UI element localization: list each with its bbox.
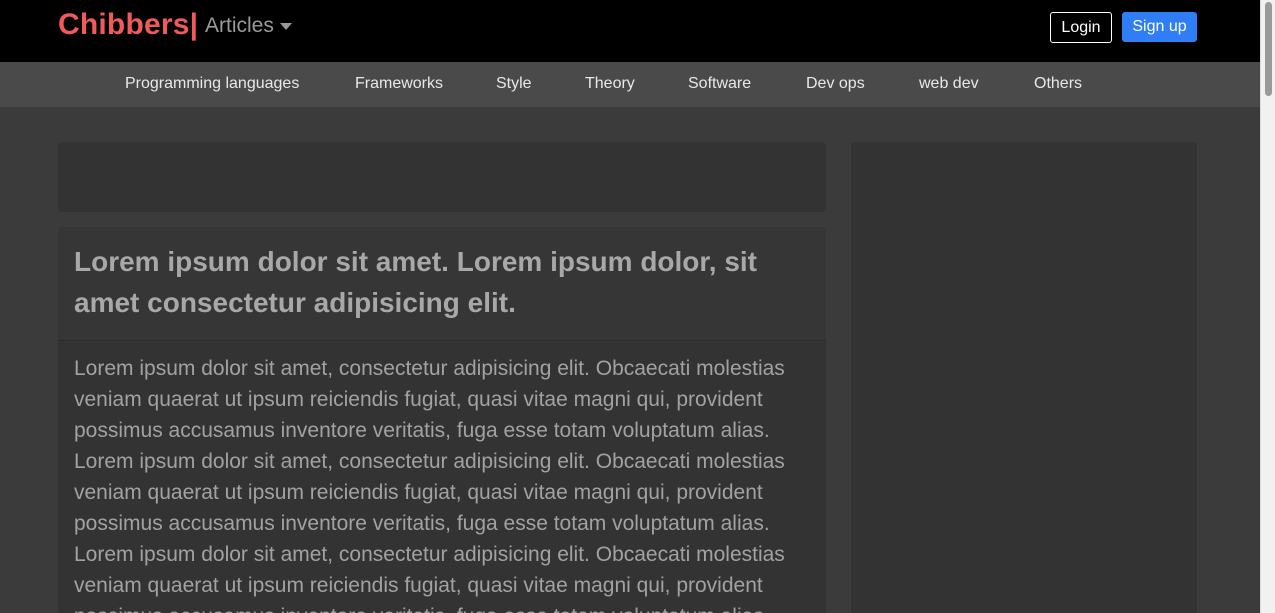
category-others[interactable]: Others bbox=[1034, 75, 1082, 93]
scrollbar-thumb[interactable] bbox=[1265, 2, 1272, 96]
category-frameworks[interactable]: Frameworks bbox=[355, 75, 443, 93]
brand-logo[interactable]: Chibbers| bbox=[58, 8, 198, 42]
page-scrollbar[interactable] bbox=[1260, 0, 1275, 613]
category-theory[interactable]: Theory bbox=[585, 75, 635, 93]
articles-dropdown[interactable]: Articles bbox=[205, 14, 292, 38]
caret-down-icon bbox=[279, 22, 292, 30]
article-body: Lorem ipsum dolor sit amet, consectetur … bbox=[74, 357, 785, 613]
article-card: Lorem ipsum dolor sit amet. Lorem ipsum … bbox=[58, 227, 826, 613]
page: Chibbers| Articles Login Sign up Program… bbox=[0, 0, 1275, 613]
category-bar: Programming languages Frameworks Style T… bbox=[0, 62, 1260, 107]
sidebar-panel bbox=[851, 142, 1197, 613]
login-button[interactable]: Login bbox=[1050, 12, 1112, 43]
article-header: Lorem ipsum dolor sit amet. Lorem ipsum … bbox=[58, 227, 826, 341]
category-software[interactable]: Software bbox=[688, 75, 751, 93]
top-navbar: Chibbers| Articles Login Sign up bbox=[0, 0, 1260, 62]
article-title[interactable]: Lorem ipsum dolor sit amet. Lorem ipsum … bbox=[74, 241, 814, 323]
top-banner-card bbox=[58, 142, 826, 212]
category-web-dev[interactable]: web dev bbox=[919, 75, 979, 93]
category-dev-ops[interactable]: Dev ops bbox=[806, 75, 865, 93]
signup-button[interactable]: Sign up bbox=[1122, 12, 1197, 42]
category-programming-languages[interactable]: Programming languages bbox=[125, 75, 299, 93]
articles-dropdown-label: Articles bbox=[205, 14, 274, 37]
category-style[interactable]: Style bbox=[496, 75, 532, 93]
